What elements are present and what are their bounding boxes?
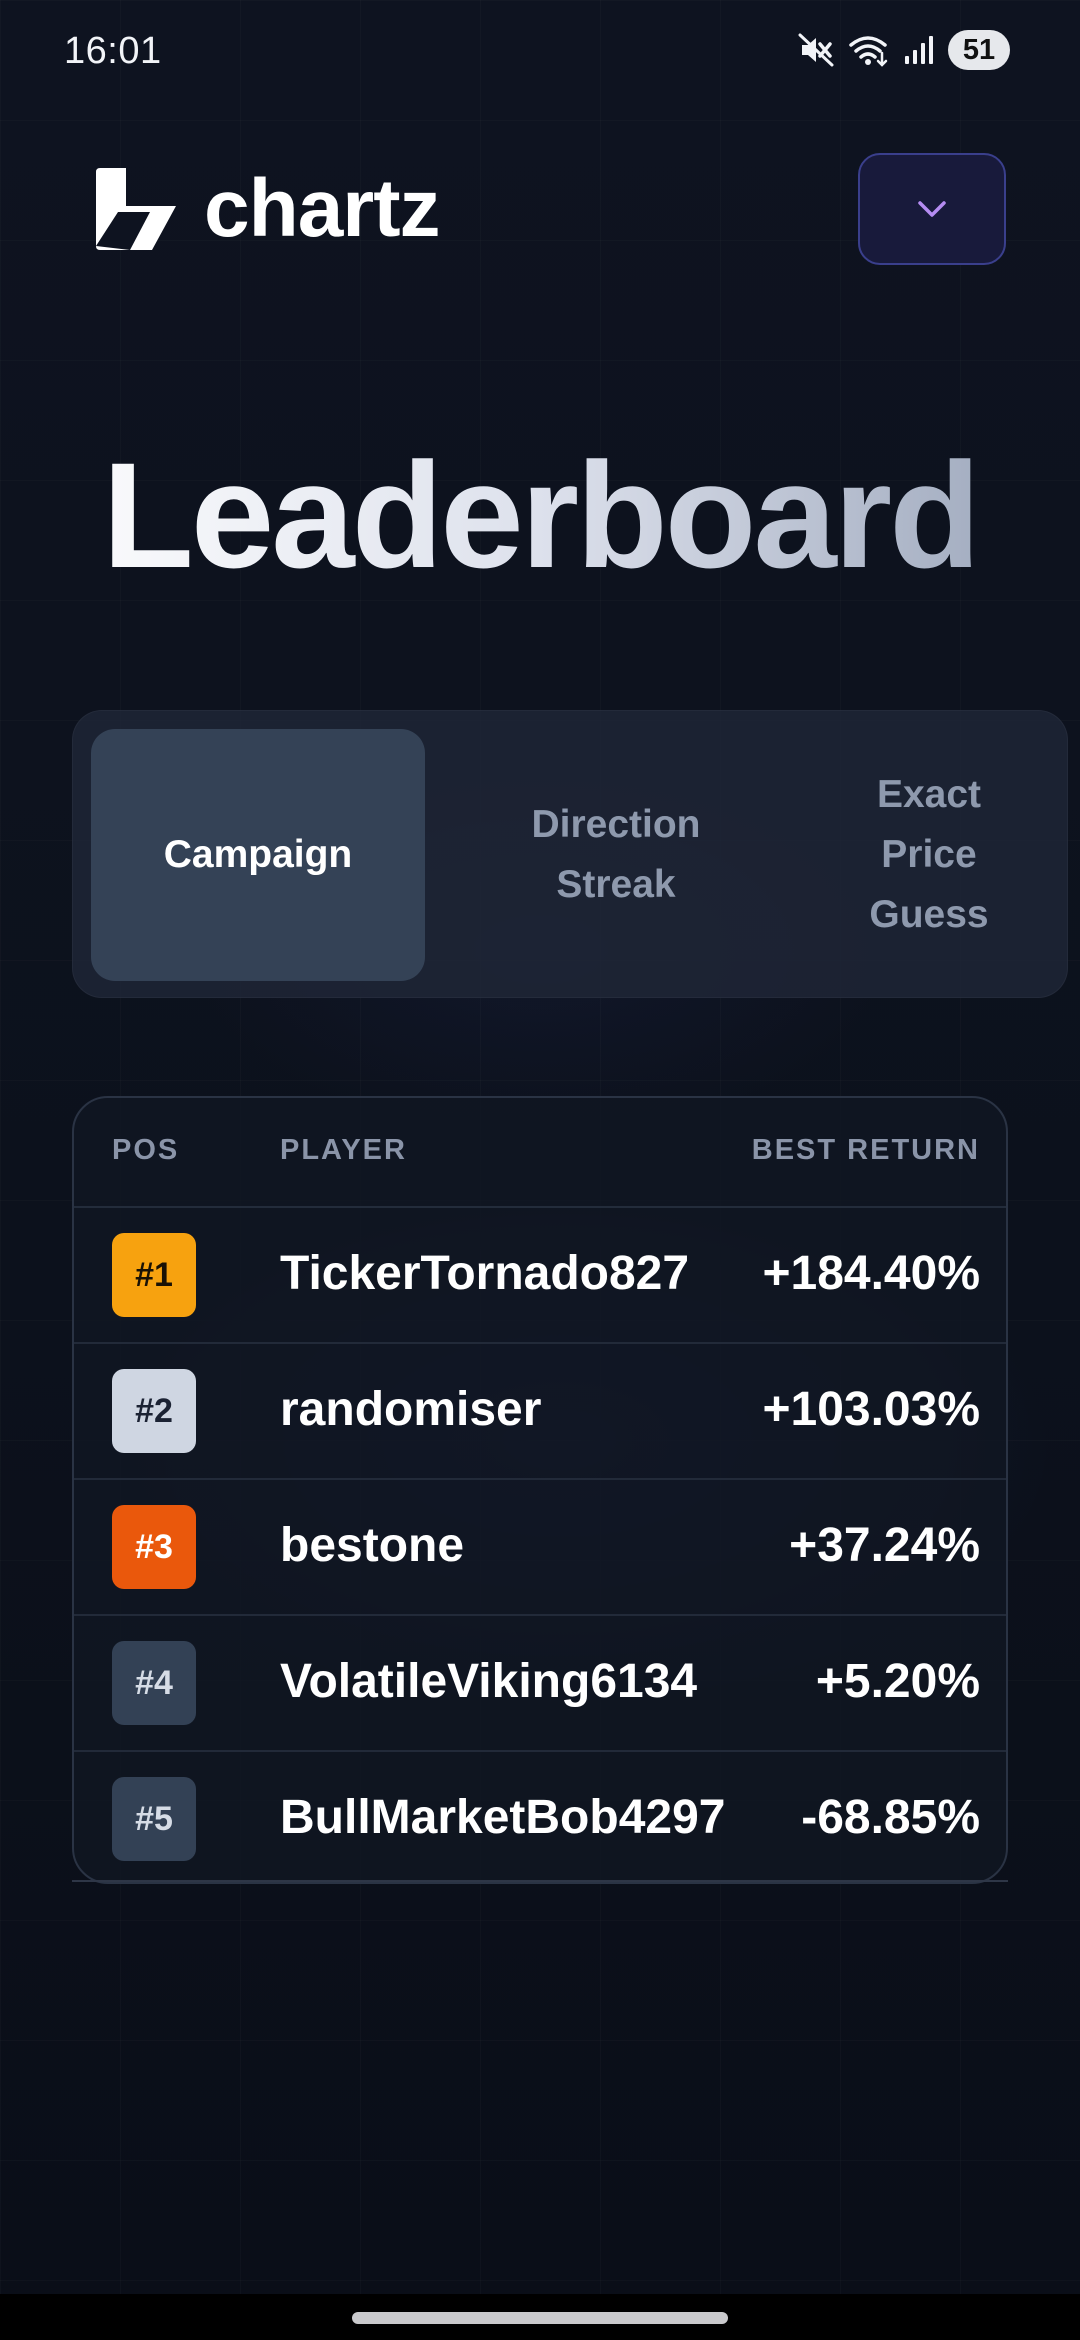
- tab-campaign[interactable]: Campaign: [91, 729, 425, 981]
- best-return: +37.24%: [789, 1519, 980, 1572]
- menu-dropdown-button[interactable]: [858, 153, 1006, 265]
- rank-badge: #5: [112, 1777, 196, 1861]
- home-gesture-handle[interactable]: [352, 2312, 728, 2324]
- divider: [72, 1880, 1008, 1882]
- rank-badge: #2: [112, 1369, 196, 1453]
- column-header-best-return: BEST RETURN: [751, 1134, 980, 1166]
- best-return: +184.40%: [762, 1247, 980, 1300]
- player-name: TickerTornado827: [280, 1247, 690, 1300]
- table-row[interactable]: #2 randomiser +103.03%: [74, 1344, 1006, 1480]
- best-return: +103.03%: [762, 1383, 980, 1436]
- wifi-icon: [848, 33, 890, 67]
- chartz-logo-icon: [96, 168, 176, 250]
- signal-icon: [904, 34, 934, 66]
- table-row[interactable]: #5 BullMarketBob4297 -68.85%: [74, 1752, 1006, 1882]
- mute-icon: [798, 33, 834, 67]
- rank-badge: #3: [112, 1505, 196, 1589]
- status-bar: 16:01 51: [0, 0, 1080, 104]
- chevron-down-icon: [918, 201, 946, 217]
- status-time: 16:01: [64, 30, 162, 72]
- column-header-player: PLAYER: [280, 1134, 407, 1166]
- player-name: randomiser: [280, 1383, 542, 1436]
- brand-name: chartz: [204, 163, 441, 254]
- best-return: +5.20%: [815, 1655, 980, 1708]
- leaderboard-tabs: Campaign Direction Streak Exact Price Gu…: [72, 710, 1068, 998]
- tab-exact-price-guess[interactable]: Exact Price Guess: [807, 729, 1051, 981]
- player-name: bestone: [280, 1519, 465, 1572]
- best-return: -68.85%: [801, 1791, 980, 1844]
- table-header: POS PLAYER BEST RETURN: [74, 1098, 1006, 1208]
- page-title: Leaderboard: [0, 440, 1080, 590]
- rank-badge: #1: [112, 1233, 196, 1317]
- table-row[interactable]: #3 bestone +37.24%: [74, 1480, 1006, 1616]
- column-header-pos: POS: [112, 1134, 180, 1166]
- tab-direction-streak[interactable]: Direction Streak: [449, 729, 783, 981]
- player-name: VolatileViking6134: [280, 1655, 698, 1708]
- leaderboard-table: POS PLAYER BEST RETURN #1 TickerTornado8…: [72, 1096, 1008, 1884]
- battery-icon: 51: [948, 30, 1010, 70]
- status-icons: 51: [798, 28, 1010, 72]
- rank-badge: #4: [112, 1641, 196, 1725]
- table-row[interactable]: #4 VolatileViking6134 +5.20%: [74, 1616, 1006, 1752]
- player-name: BullMarketBob4297: [280, 1791, 726, 1844]
- table-row[interactable]: #1 TickerTornado827 +184.40%: [74, 1208, 1006, 1344]
- brand-logo[interactable]: chartz: [92, 163, 441, 254]
